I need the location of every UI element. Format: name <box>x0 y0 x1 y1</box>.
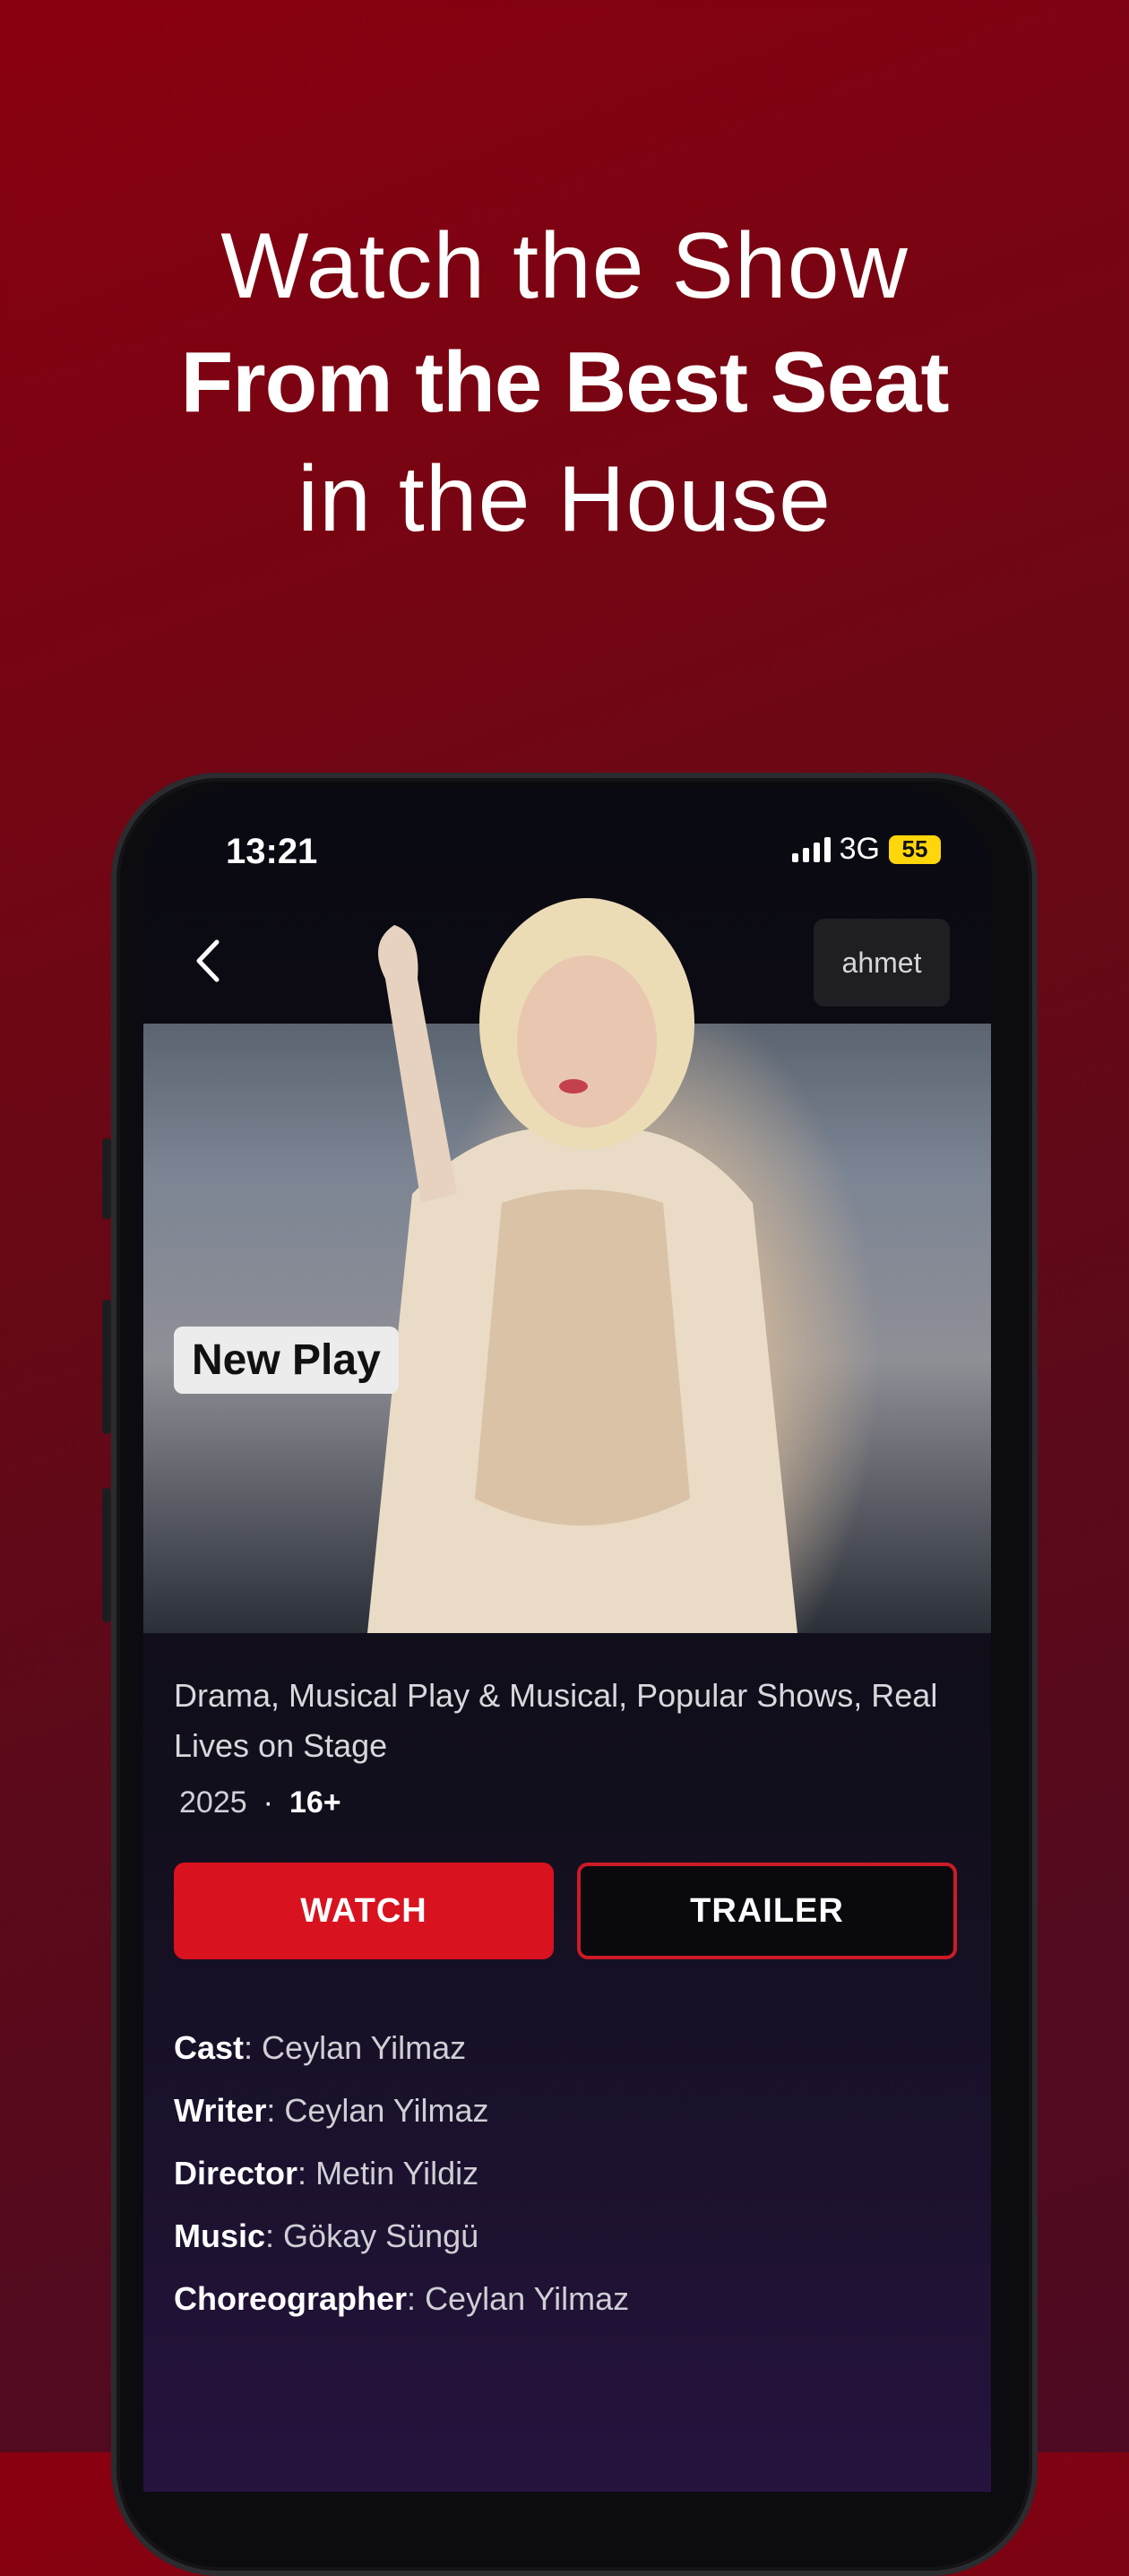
network-type: 3G <box>839 832 880 866</box>
hero-image: New Play <box>143 898 991 1633</box>
credit-role: Music <box>174 2217 266 2254</box>
headline-line-1: Watch the Show <box>220 214 909 318</box>
performer-image <box>367 898 797 1633</box>
credit-name: Metin Yildiz <box>315 2155 479 2191</box>
meta-separator: · <box>263 1785 273 1820</box>
credit-role: Cast <box>174 2029 245 2066</box>
credit-role: Director <box>174 2155 298 2191</box>
credit-director: Director: Metin Yildiz <box>174 2155 479 2191</box>
genre-list: Drama, Musical Play & Musical, Popular S… <box>174 1677 938 1764</box>
headline: Watch the Show From the Best Seat in the… <box>0 208 1129 558</box>
profile-button[interactable]: ahmet <box>814 919 950 1007</box>
credit-role: Writer <box>174 2092 267 2129</box>
credit-writer: Writer: Ceylan Yilmaz <box>174 2092 489 2129</box>
chevron-left-icon <box>196 939 220 982</box>
status-indicators: 3G 55 <box>791 832 941 867</box>
phone-side-button <box>102 1300 111 1434</box>
release-year: 2025 <box>179 1785 247 1820</box>
credit-name: Gökay Süngü <box>283 2217 479 2254</box>
battery-icon: 55 <box>889 834 941 864</box>
credit-role: Choreographer <box>174 2280 408 2317</box>
phone-side-button <box>102 1138 111 1219</box>
phone-screen: New Play 13:21 3G 55 ahmet Drama, Musica… <box>143 789 991 2492</box>
credit-name: Ceylan Yilmaz <box>425 2280 630 2317</box>
headline-line-2: From the Best Seat <box>180 334 950 430</box>
credit-name: Ceylan Yilmaz <box>284 2092 489 2129</box>
phone-side-button <box>102 1488 111 1622</box>
signal-icon <box>791 836 831 862</box>
show-meta: 2025 · 16+ <box>179 1785 341 1820</box>
credit-choreographer: Choreographer: Ceylan Yilmaz <box>174 2280 630 2317</box>
credits-list: Cast: Ceylan Yilmaz Writer: Ceylan Yilma… <box>174 2017 962 2330</box>
age-rating: 16+ <box>289 1785 341 1820</box>
watch-button[interactable]: WATCH <box>174 1863 554 1959</box>
headline-line-3: in the House <box>297 447 832 551</box>
status-time: 13:21 <box>226 832 318 871</box>
new-play-badge: New Play <box>174 1327 399 1394</box>
back-button[interactable] <box>179 932 237 990</box>
credit-cast: Cast: Ceylan Yilmaz <box>174 2029 467 2066</box>
credit-music: Music: Gökay Süngü <box>174 2217 479 2254</box>
credit-name: Ceylan Yilmaz <box>262 2029 467 2066</box>
trailer-button[interactable]: TRAILER <box>577 1863 957 1959</box>
